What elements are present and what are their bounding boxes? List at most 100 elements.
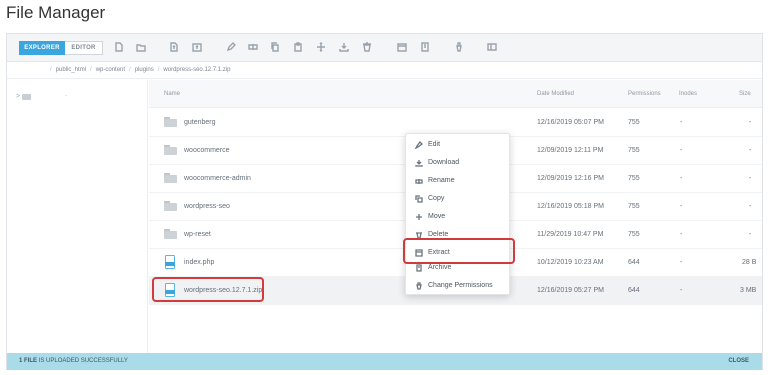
folder-icon [164, 117, 177, 127]
file-inodes: - [680, 203, 683, 210]
status-message: 1 FILE IS UPLOADED SUCCESSFULLY [19, 358, 128, 364]
column-size[interactable]: Size [739, 91, 751, 97]
folder-icon [164, 229, 177, 239]
menu-item-label: Edit [428, 141, 441, 148]
breadcrumb-item[interactable]: public_html [56, 67, 86, 73]
permissions-icon [415, 281, 423, 290]
download-icon [415, 159, 423, 167]
file-permissions: 755 [628, 119, 640, 126]
file-name: wordpress-seo [184, 203, 230, 210]
file-permissions: 755 [628, 147, 640, 154]
rename-icon[interactable] [247, 41, 259, 53]
download-icon[interactable] [338, 41, 350, 53]
file-permissions: 755 [628, 203, 640, 210]
tree-root[interactable]: > [16, 93, 32, 100]
move-icon [415, 213, 423, 221]
archive-icon [415, 263, 423, 272]
file-inodes: - [680, 259, 683, 266]
extract-icon[interactable] [396, 41, 408, 53]
page-title: File Manager [6, 3, 106, 22]
file-date: 11/29/2019 10:47 PM [537, 231, 604, 238]
file-permissions: 755 [628, 231, 640, 238]
menu-item-rename[interactable]: Rename [406, 172, 511, 189]
upload-folder-icon[interactable] [191, 41, 203, 53]
menu-item-move[interactable]: Move [406, 208, 511, 225]
new-folder-icon[interactable] [135, 41, 147, 53]
tab-editor[interactable]: EDITOR [65, 41, 103, 55]
chevron-right-icon[interactable]: > [16, 93, 20, 100]
file-permissions: 644 [628, 287, 640, 294]
folder-icon [164, 173, 177, 183]
permissions-icon[interactable] [453, 41, 465, 53]
file-date: 10/12/2019 10:23 AM [537, 259, 604, 266]
file-inodes: - [680, 119, 683, 126]
column-inodes[interactable]: Inodes [679, 91, 697, 97]
trash-icon[interactable] [361, 41, 373, 53]
zip-file-highlight [152, 277, 264, 302]
column-date[interactable]: Date Modified [537, 91, 574, 97]
toolbar: EXPLORER EDITOR [7, 34, 762, 62]
file-permissions: 755 [628, 175, 640, 182]
upload-icon[interactable] [168, 41, 180, 53]
status-count: 1 FILE [19, 358, 38, 364]
breadcrumb: / public_html / wp-content / plugins / w… [7, 62, 762, 79]
menu-item-label: Change Permissions [428, 282, 493, 289]
paste-icon[interactable] [292, 41, 304, 53]
view-toggle-icon[interactable] [486, 41, 498, 53]
context-menu: Edit Download Rename Copy Move Delete Ex… [405, 133, 510, 295]
menu-item-label: Delete [428, 231, 449, 238]
file-name: gutenberg [184, 119, 216, 126]
folder-tree: > - [7, 80, 148, 353]
table-header: Name Date Modified Permissions Inodes Si… [149, 80, 762, 108]
file-name: woocommerce-admin [184, 175, 251, 182]
new-file-icon[interactable] [113, 41, 125, 53]
file-size: 28 B [742, 259, 757, 266]
breadcrumb-item[interactable]: wp-content [96, 67, 125, 73]
file-manager-panel: EXPLORER EDITOR / public_html / wp-conte… [6, 33, 763, 370]
pencil-icon [414, 140, 423, 149]
file-size: - [749, 119, 752, 126]
tab-group: EXPLORER EDITOR [19, 41, 103, 55]
breadcrumb-item[interactable]: plugins [135, 67, 154, 73]
menu-item-edit[interactable]: Edit [406, 136, 511, 153]
file-name: index.php [184, 259, 215, 266]
file-size: - [749, 175, 752, 182]
menu-item-download[interactable]: Download [406, 154, 511, 171]
status-bar: 1 FILE IS UPLOADED SUCCESSFULLY CLOSE [7, 353, 762, 370]
file-inodes: - [680, 147, 683, 154]
menu-item-label: Rename [428, 177, 455, 184]
menu-item-copy[interactable]: Copy [406, 190, 511, 207]
tab-explorer[interactable]: EXPLORER [19, 41, 65, 55]
file-size: 3 MB [740, 287, 757, 294]
file-name: woocommerce [184, 147, 230, 154]
file-date: 12/16/2019 05:07 PM [537, 119, 604, 126]
menu-item-change-permissions[interactable]: Change Permissions [406, 277, 511, 294]
breadcrumb-item[interactable]: wordpress-seo.12.7.1.zip [163, 67, 230, 73]
file-date: 12/16/2019 05:27 PM [537, 287, 604, 294]
file-size: - [749, 147, 752, 154]
close-button[interactable]: CLOSE [728, 358, 749, 364]
menu-item-label: Copy [428, 195, 445, 202]
folder-icon [164, 145, 177, 155]
file-size: - [749, 203, 752, 210]
rename-icon [415, 177, 423, 185]
file-inodes: - [680, 287, 683, 294]
file-date: 12/09/2019 12:16 PM [537, 175, 604, 182]
move-icon[interactable] [315, 41, 327, 53]
archive-icon[interactable] [419, 41, 431, 53]
file-size: - [749, 231, 752, 238]
pencil-icon[interactable] [225, 41, 237, 53]
column-permissions[interactable]: Permissions [628, 91, 661, 97]
extract-highlight [403, 238, 515, 264]
status-text: IS UPLOADED SUCCESSFULLY [37, 358, 128, 364]
column-name[interactable]: Name [164, 91, 180, 97]
folder-icon [164, 201, 177, 211]
copy-icon [415, 194, 423, 203]
file-date: 12/16/2019 05:18 PM [537, 203, 604, 210]
menu-item-label: Move [428, 213, 446, 220]
file-name: wp-reset [184, 231, 211, 238]
file-permissions: 644 [628, 259, 640, 266]
copy-icon[interactable] [269, 41, 281, 53]
folder-icon [22, 93, 32, 100]
file-date: 12/09/2019 12:11 PM [537, 147, 604, 154]
